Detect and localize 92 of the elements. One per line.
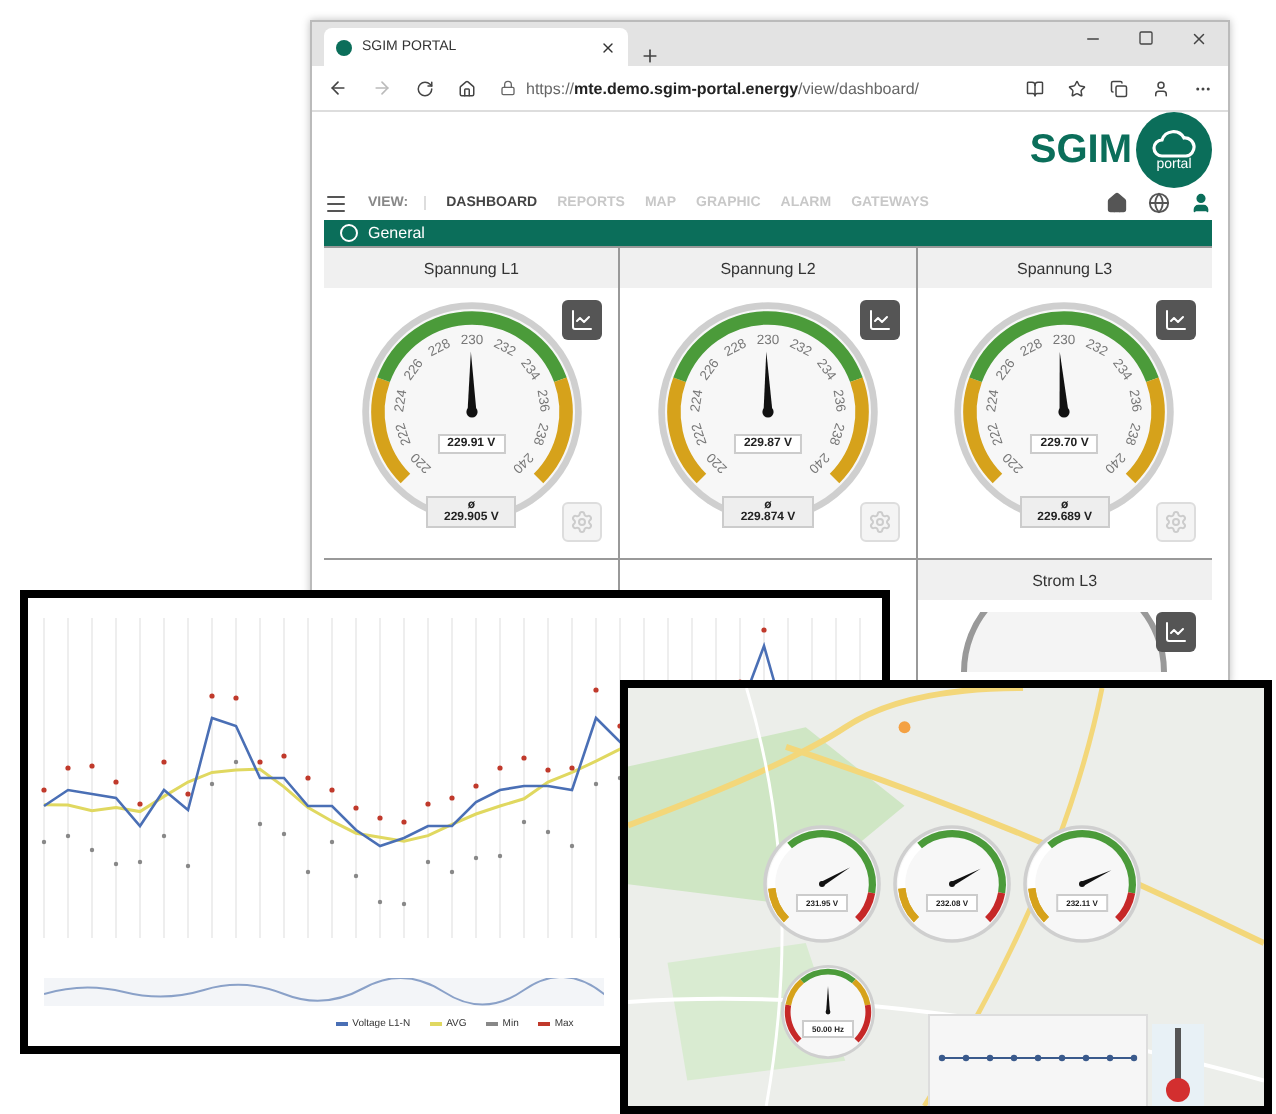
settings-icon	[1163, 510, 1188, 534]
thermometer-icon	[1152, 1024, 1204, 1106]
min-point	[401, 901, 407, 907]
favorite-icon[interactable]	[1068, 79, 1086, 97]
collapse-icon	[340, 223, 358, 242]
chart-icon	[570, 308, 595, 332]
lock-icon	[500, 80, 516, 96]
gauge-dial	[762, 824, 882, 944]
section-title: General	[368, 223, 425, 242]
chart-icon	[1163, 308, 1188, 332]
section-header[interactable]: General	[324, 219, 1212, 246]
max-point	[353, 805, 359, 811]
min-point	[353, 873, 359, 879]
site-icon	[336, 39, 352, 55]
chart-button[interactable]	[1155, 612, 1196, 652]
max-point	[401, 819, 407, 825]
max-point	[425, 801, 431, 807]
chart-button[interactable]	[1155, 300, 1196, 340]
card-title: Strom L3	[917, 560, 1212, 600]
max-point	[113, 779, 119, 785]
max-point	[257, 759, 263, 765]
home-icon[interactable]	[1106, 192, 1128, 215]
min-point	[377, 899, 383, 905]
min-point	[161, 833, 167, 839]
trend-line-icon	[938, 1052, 1138, 1064]
max-point	[497, 765, 503, 771]
max-point	[761, 627, 767, 633]
max-point	[305, 775, 311, 781]
url-text[interactable]: https://mte.demo.sgim-portal.energy/view/dashboard/	[526, 79, 920, 97]
settings-icon	[867, 510, 892, 534]
home-icon[interactable]	[458, 79, 476, 97]
min-point	[209, 781, 215, 787]
min-point	[329, 839, 335, 845]
chart-icon	[1163, 620, 1188, 644]
min-point	[89, 847, 95, 853]
min-point	[65, 833, 71, 839]
new-tab-icon[interactable]	[640, 46, 660, 66]
min-point	[545, 829, 551, 835]
max-point	[521, 755, 527, 761]
gauge-dial	[892, 824, 1012, 944]
user-icon[interactable]	[1190, 192, 1212, 215]
max-point	[137, 801, 143, 807]
min-point	[497, 853, 503, 859]
collections-icon[interactable]	[1110, 79, 1128, 97]
max-point	[161, 759, 167, 765]
maximize-icon[interactable]	[1138, 30, 1154, 46]
menu-icon[interactable]	[324, 191, 348, 216]
min-point	[569, 843, 575, 849]
min-point	[41, 839, 47, 845]
min-point	[113, 861, 119, 867]
globe-icon[interactable]	[1148, 192, 1170, 215]
max-point	[449, 795, 455, 801]
card-title: Spannung L1	[324, 248, 619, 288]
max-point	[545, 767, 551, 773]
max-point	[473, 783, 479, 789]
min-point	[449, 869, 455, 875]
max-point	[41, 787, 47, 793]
min-point	[281, 831, 287, 837]
close-icon[interactable]	[1190, 30, 1208, 48]
profile-icon[interactable]	[1152, 79, 1170, 97]
min-point	[473, 855, 479, 861]
min-point	[137, 859, 143, 865]
chart-button[interactable]	[562, 300, 603, 340]
min-point	[257, 821, 263, 827]
card-title: Spannung L2	[620, 248, 916, 288]
gauge-dial	[1022, 824, 1142, 944]
min-point	[521, 819, 527, 825]
max-point	[233, 695, 239, 701]
settings-icon	[570, 510, 595, 534]
max-point	[89, 763, 95, 769]
back-icon[interactable]	[328, 78, 348, 98]
min-point	[185, 863, 191, 869]
reload-icon[interactable]	[416, 79, 434, 97]
max-point	[329, 787, 335, 793]
chart-icon	[867, 308, 892, 332]
close-icon[interactable]	[600, 39, 616, 55]
max-point	[185, 791, 191, 797]
reader-icon[interactable]	[1026, 79, 1044, 97]
min-point	[305, 869, 311, 875]
max-point	[65, 765, 71, 771]
min-point	[233, 759, 239, 765]
max-point	[209, 693, 215, 699]
max-point	[377, 815, 383, 821]
card-title: Spannung L3	[917, 248, 1212, 288]
min-point	[425, 859, 431, 865]
max-point	[593, 687, 599, 693]
chart-button[interactable]	[859, 300, 900, 340]
cloud-icon	[1152, 129, 1196, 157]
max-point	[281, 753, 287, 759]
logo-text: SGIM	[1029, 127, 1132, 173]
max-point	[569, 765, 575, 771]
min-point	[593, 781, 599, 787]
